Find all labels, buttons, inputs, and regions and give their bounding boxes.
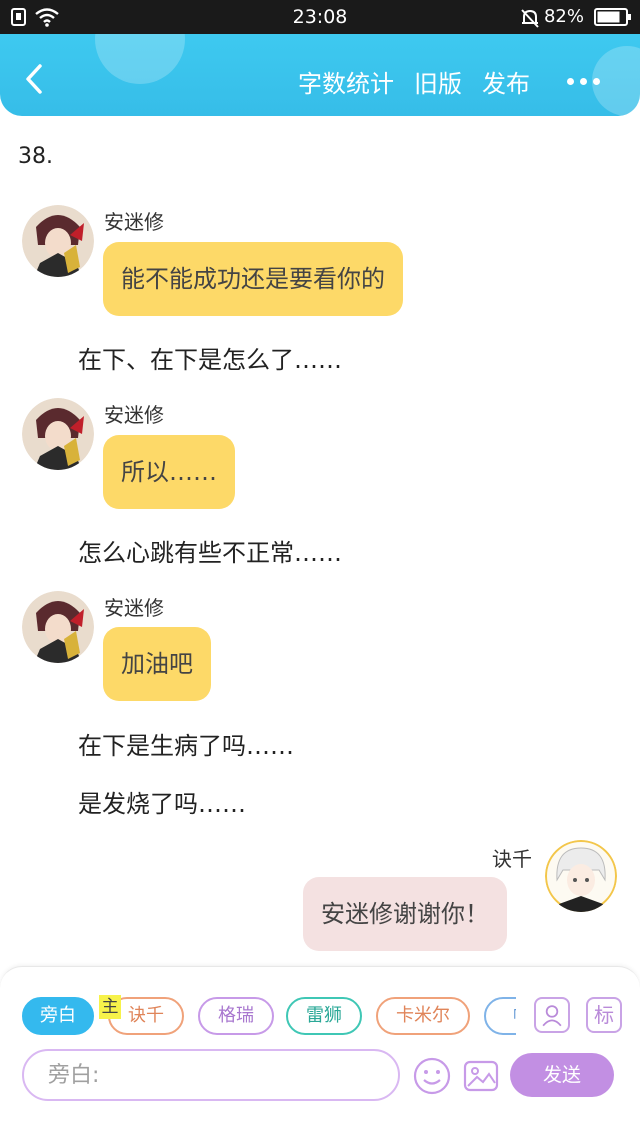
dialogue-bubble[interactable]: 加油吧 [103, 627, 211, 701]
old-version-button[interactable]: 旧版 [414, 64, 462, 99]
battery-icon [594, 8, 631, 26]
image-icon[interactable] [462, 1057, 500, 1095]
message-input[interactable] [22, 1049, 400, 1101]
status-bar: 23:08 82% [0, 0, 640, 34]
header-actions: 字数统计 旧版 发布 [298, 64, 530, 99]
battery-percent: 82% [543, 6, 584, 27]
narration-text[interactable]: 在下是生病了吗…… [78, 726, 294, 761]
narration-text[interactable]: 是发烧了吗…… [78, 784, 246, 819]
mute-bell-icon [521, 9, 539, 28]
tag-button[interactable]: 标 [586, 997, 622, 1033]
character-manage-icon[interactable] [534, 997, 570, 1033]
role-chip-kamier[interactable]: 卡米尔 [376, 997, 470, 1035]
dialogue-bubble[interactable]: 能不能成功还是要看你的 [103, 242, 403, 316]
publish-button[interactable]: 发布 [482, 64, 530, 99]
avatar-anmixiu[interactable] [22, 398, 94, 470]
role-chip-leishi[interactable]: 雷狮 [286, 997, 362, 1035]
avatar-anmixiu[interactable] [22, 591, 94, 663]
role-selector: 旁白 诀千 格瑞 雷狮 卡米尔 帕 [22, 997, 516, 1037]
dialogue-bubble[interactable]: 安迷修谢谢你！ [303, 877, 507, 951]
back-icon[interactable] [18, 62, 52, 96]
avatar-jueqian[interactable] [545, 840, 617, 912]
narration-text[interactable]: 怎么心跳有些不正常…… [78, 533, 342, 568]
dialogue-bubble[interactable]: 所以…… [103, 435, 235, 509]
avatar-anmixiu[interactable] [22, 205, 94, 277]
composer-panel: 旁白 诀千 格瑞 雷狮 卡米尔 帕 主 标 发送 [0, 966, 640, 1138]
speaker-name: 诀千 [492, 847, 532, 871]
send-button[interactable]: 发送 [510, 1053, 614, 1097]
role-chip-pa[interactable]: 帕 [484, 997, 516, 1035]
speaker-name: 安迷修 [104, 210, 164, 234]
narration-text[interactable]: 在下、在下是怎么了…… [78, 340, 342, 375]
decor-bubble [95, 34, 185, 84]
emoji-icon[interactable] [413, 1057, 451, 1095]
chapter-number: 38. [18, 144, 53, 169]
word-count-button[interactable]: 字数统计 [298, 64, 394, 99]
speaker-name: 安迷修 [104, 403, 164, 427]
role-chip-narrator[interactable]: 旁白 [22, 997, 94, 1035]
speaker-name: 安迷修 [104, 596, 164, 620]
role-chip-gerui[interactable]: 格瑞 [198, 997, 274, 1035]
main-role-badge: 主 [99, 995, 121, 1019]
more-options-icon[interactable] [567, 78, 600, 85]
top-nav-bar: 字数统计 旧版 发布 [0, 34, 640, 116]
